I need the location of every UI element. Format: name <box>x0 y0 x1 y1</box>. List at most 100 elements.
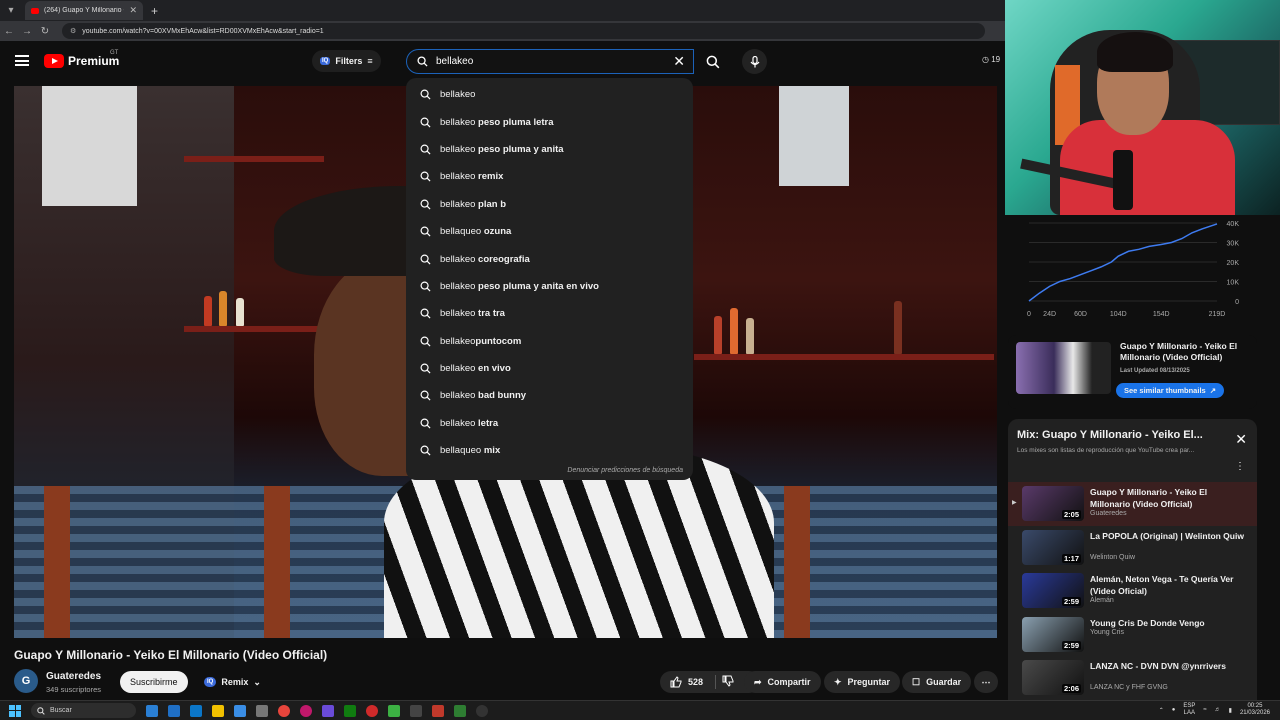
file-explorer-icon[interactable] <box>256 704 268 717</box>
mix-item-thumbnail[interactable]: 2:06 <box>1022 660 1084 695</box>
sticky-notes-icon[interactable] <box>212 704 224 717</box>
search-suggestion[interactable]: bellaqueo mix <box>406 437 693 464</box>
search-icon <box>420 445 431 456</box>
mix-item-thumbnail[interactable]: 2:05 <box>1022 486 1084 521</box>
search-input[interactable]: bellakeo <box>436 56 665 67</box>
dislike-button[interactable] <box>722 675 734 689</box>
search-box[interactable]: bellakeo ✕ <box>406 49 694 74</box>
search-suggestion[interactable]: bellakeo tra tra <box>406 300 693 327</box>
search-suggestion[interactable]: bellakeopuntocom <box>406 328 693 355</box>
reload-icon[interactable]: ↻ <box>36 26 54 37</box>
channel-name[interactable]: Guateredes <box>46 671 101 682</box>
tab-title: (264) Guapo Y Millonario - Yeik <box>44 7 124 14</box>
mix-item-thumbnail[interactable]: 2:59 <box>1022 573 1084 608</box>
search-suggestion[interactable]: bellakeo peso pluma letra <box>406 108 693 135</box>
search-suggestion[interactable]: bellakeo letra <box>406 410 693 437</box>
suggestion-prefix: bellakeo <box>440 198 476 210</box>
back-icon[interactable]: ← <box>0 26 18 37</box>
now-playing-icon: ▶ <box>1012 500 1017 506</box>
subscribe-button[interactable]: Suscribirme <box>120 671 188 693</box>
edge-icon[interactable] <box>190 704 202 717</box>
like-button[interactable]: 528 <box>670 676 703 688</box>
chrome-icon[interactable] <box>278 704 290 717</box>
search-suggestion[interactable]: bellaqueo ozuna <box>406 218 693 245</box>
suggestion-prefix: bellakeo <box>440 280 476 292</box>
windows-start-icon[interactable] <box>9 704 21 717</box>
search-suggestion[interactable]: bellakeo peso pluma y anita en vivo <box>406 273 693 300</box>
search-icon <box>706 55 720 68</box>
capture-icon[interactable] <box>410 704 422 717</box>
xbox-icon[interactable] <box>344 704 356 717</box>
steam-icon[interactable] <box>476 704 488 717</box>
extension-badge: IQ <box>320 57 331 65</box>
close-tab-icon[interactable]: ✕ <box>129 5 137 16</box>
share-button[interactable]: ➦ Compartir <box>744 671 821 693</box>
chart-x-tick: 219D <box>1209 311 1226 318</box>
search-suggestion[interactable]: bellakeo coreografia <box>406 245 693 272</box>
suggestion-prefix: bellakeo <box>440 143 476 155</box>
save-button[interactable]: ☐ Guardar <box>902 671 972 693</box>
language-indicator[interactable]: ESP LAA <box>1183 703 1195 717</box>
chart-x-tick: 104D <box>1110 311 1127 318</box>
suggestion-prefix: bellakeo <box>440 308 476 320</box>
chart-y-tick: 30K <box>1227 241 1240 248</box>
new-tab-icon[interactable]: + <box>151 4 158 18</box>
mix-item[interactable]: 2:59 Alemán, Neton Vega - Te Quería Ver (… <box>1008 569 1257 613</box>
chevron-up-icon[interactable]: ⌃ <box>1159 707 1164 714</box>
mix-item-thumbnail[interactable]: 2:59 <box>1022 616 1084 652</box>
search-suggestion[interactable]: bellakeo remix <box>406 163 693 190</box>
filters-button[interactable]: IQ Filters ≡ <box>312 50 381 72</box>
mix-item-thumbnail[interactable]: 1:17 <box>1022 529 1084 565</box>
youtube-header: Premium GT IQ Filters ≡ bellakeo ✕ ◷ 19 <box>0 41 1005 81</box>
menu-icon[interactable] <box>15 55 29 66</box>
volume-icon[interactable]: ♬ <box>1215 707 1221 713</box>
similar-thumbnail[interactable] <box>1016 342 1111 394</box>
search-suggestion[interactable]: bellakeo peso pluma y anita <box>406 136 693 163</box>
battery-icon[interactable]: ▮ <box>1229 707 1232 714</box>
location-icon[interactable]: ● <box>1172 707 1176 713</box>
browser-tab[interactable]: (264) Guapo Y Millonario - Yeik ✕ <box>25 1 143 20</box>
taskbar-search[interactable]: Buscar <box>31 703 136 718</box>
mix-item[interactable]: 1:17 La POPOLA (Original) | Welinton Quiw… <box>1008 526 1257 570</box>
minecraft-icon[interactable] <box>454 704 466 717</box>
search-suggestion[interactable]: bellakeo plan b <box>406 191 693 218</box>
see-similar-thumbnails-button[interactable]: See similar thumbnails ↗ <box>1116 383 1224 398</box>
voice-search-button[interactable] <box>742 49 767 74</box>
close-icon[interactable]: ✕ <box>1235 431 1247 448</box>
media-player-icon[interactable] <box>366 704 378 717</box>
search-button[interactable] <box>694 49 732 74</box>
clock[interactable]: 00:25 21/03/2026 <box>1240 703 1270 717</box>
mix-item[interactable]: 2:59 Young Cris De Donde Vengo Young Cris <box>1008 613 1257 657</box>
search-suggestion[interactable]: bellakeo bad bunny <box>406 382 693 409</box>
clear-search-icon[interactable]: ✕ <box>673 53 685 70</box>
tab-list-icon[interactable]: ▾ <box>3 3 19 19</box>
mix-item[interactable]: 2:06 LANZA NC - DVN DVN @ynrrivers LANZA N… <box>1008 656 1257 700</box>
streaming-app-icon[interactable] <box>432 704 444 717</box>
forward-icon[interactable]: → <box>18 26 36 37</box>
site-info-icon[interactable]: ⚙ <box>70 27 76 35</box>
mix-list: ▶ 2:05 Guapo Y Millonario - Yeiko El Millo… <box>1008 482 1257 700</box>
search-suggestion[interactable]: bellakeo <box>406 81 693 108</box>
search-suggestion[interactable]: bellakeo en vivo <box>406 355 693 382</box>
subscriber-count: 349 suscriptores <box>46 685 102 694</box>
mix-item-channel: Guateredes <box>1090 510 1127 517</box>
obs-icon[interactable] <box>300 704 312 717</box>
youtube-premium-logo[interactable]: Premium GT <box>44 50 119 68</box>
mix-item[interactable]: ▶ 2:05 Guapo Y Millonario - Yeiko El Millo… <box>1008 482 1257 526</box>
report-predictions-link[interactable]: Denunciar predicciones de búsqueda <box>567 467 683 474</box>
mix-item-duration: 2:06 <box>1061 684 1081 693</box>
ask-button[interactable]: ✦ Preguntar <box>824 671 901 693</box>
more-actions-button[interactable]: ⋯ <box>974 671 998 693</box>
task-view-icon[interactable] <box>146 704 158 717</box>
clock-badge[interactable]: ◷ 19 <box>982 55 1000 64</box>
discord-icon[interactable] <box>322 704 334 717</box>
more-vertical-icon[interactable]: ⋮ <box>1235 461 1245 472</box>
wifi-icon[interactable]: ≈ <box>1203 707 1206 713</box>
remix-button[interactable]: IQ Remix ⌄ <box>196 671 269 693</box>
outlook-icon[interactable] <box>168 704 180 717</box>
photos-icon[interactable] <box>234 704 246 717</box>
channel-avatar[interactable]: G <box>14 669 38 693</box>
mix-item-duration: 2:05 <box>1061 510 1081 519</box>
url-field[interactable]: ⚙ youtube.com/watch?v=00XVMxEhAcw&list=R… <box>62 23 985 39</box>
play-store-icon[interactable] <box>388 704 400 717</box>
